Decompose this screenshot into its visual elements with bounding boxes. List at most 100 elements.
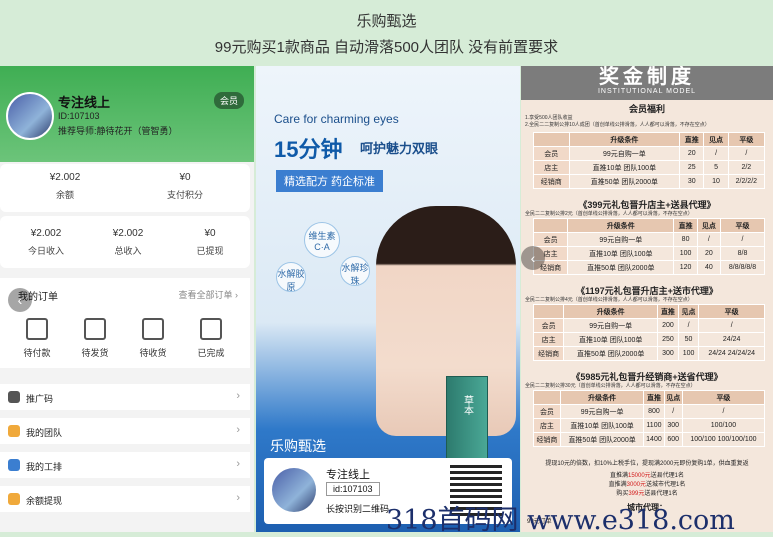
poster-tagline: 精选配方 药企标准 [276,170,384,192]
table-row: 经销商 直推50单 团队2000单 120 40 8/8/8/8/8 [532,260,765,275]
table-header-cell: 直推 [679,132,705,147]
table-cell: 直推10单 团队100单 [567,246,675,261]
member-note: 2.全民二二复制公排10人成团（首创单线公排滑落，人人都可以滑落，不存在空点） [525,122,710,128]
share-card-name: 专注线上 [326,469,370,481]
reward-table-3: 升级条件 直推 见点 平级 会员 99元自购一单 200// 店主 直推10单 团队1… [532,304,765,361]
product-photo: 草本 [446,376,488,468]
table-cell: 50 [677,332,700,347]
table-header-cell [533,132,570,147]
table-header-cell: 见点 [663,390,683,405]
county-agent-rule: 直推满15000元送县代理1名 [527,470,767,479]
avatar[interactable] [6,92,54,140]
table-row: 会员 99元自购一单 800// [533,404,766,419]
withdrawn-value: ¥0 [204,228,216,239]
profile-referrer: 推荐导师:静待花开（管智勇） [58,126,178,136]
top-banner: 乐购甄选 99元购买1款商品 自动滑落500人团队 没有前置要求 [0,0,773,66]
carousel-prev-arrow[interactable]: ‹ [521,246,545,270]
table-row: 会员 99元自购一单 200// [532,318,765,333]
menu-item-label: 推广码 [26,394,54,404]
order-pending-shipment[interactable]: 待发货 [70,318,120,359]
qr-icon [8,391,20,403]
withdrawn-cell[interactable]: ¥0 已提现 [170,228,250,257]
table-cell: 会员 [532,232,569,247]
table-cell: / [703,146,729,161]
table-cell: 100/100 [681,418,766,433]
order-pending-receipt[interactable]: 待收货 [128,318,178,359]
banner-title: 乐购甄选 [356,13,417,30]
table-cell: 10 [703,174,729,189]
order-pending-payment[interactable]: 待付款 [12,318,62,359]
table-cell: 24/24 24/24/24 [698,346,765,361]
table-cell: 99元自购一单 [568,146,681,161]
table-cell: 99元自购一单 [563,318,659,333]
table-row: 会员 99元自购一单 80// [532,232,765,247]
table-header-row: 升级条件 直推 见点 平级 [532,304,765,319]
today-income-label: 今日收入 [27,246,64,256]
table-header-cell: 直推 [657,304,679,319]
table-header-row: 升级条件 直推 见点 平级 [533,132,766,147]
income-card: ¥2.002 今日收入 ¥2.002 总收入 ¥0 已提现 [0,216,250,268]
pay-points-cell[interactable]: ¥0 支付积分 [130,172,240,201]
today-income-value: ¥2.002 [30,228,62,239]
share-card-id: id:107103 [326,482,380,496]
carousel-prev-arrow[interactable]: ‹ [8,288,32,312]
share-card-scan-hint: 长按识别二维码 [326,504,390,514]
order-completed[interactable]: 已完成 [186,318,236,359]
chevron-right-icon: › [236,492,240,504]
view-all-orders-link[interactable]: 查看全部订单 › [179,288,239,301]
avatar [272,468,316,512]
menu-item-my-team[interactable]: 我的团队 › [0,418,250,444]
table-cell: 25 [679,160,705,175]
table-header-cell: 平级 [681,390,766,405]
balance-value: ¥2.002 [49,172,81,183]
site-watermark: 318首码网 www.e318.com [386,505,735,536]
ingredient-bubble: 水解珍珠 [340,256,370,286]
reward-title-bar: 奖金制度 INSTITUTIONAL MODEL [521,66,773,100]
table-cell: 20 [679,146,705,161]
profile-id: ID:107103 [58,111,100,121]
table-row: 店主 直推10单 团队100单 250 50 24/24 [532,332,765,347]
table-cell: 100 [677,346,700,361]
table-cell: 99元自购一单 [559,404,645,419]
checklist-icon [200,318,222,340]
menu-item-my-queue[interactable]: 我的工排 › [0,452,250,478]
table-cell: 99元自购一单 [567,232,675,247]
table-row: 店主 直推10单 团队100单 100 20 8/8 [532,246,765,261]
order-pending-shipment-label: 待发货 [81,348,109,358]
table-cell: 5 [703,160,729,175]
table-row: 经销商 直推50单 团队2000单 1400 600 100/100 100/100/1… [533,432,766,447]
balance-cell[interactable]: ¥2.002 余额 [10,172,120,201]
chevron-right-icon: › [236,424,240,436]
table-cell: 80 [673,232,698,247]
table-cell: 1400 [643,432,665,447]
balance-card: ¥2.002 余额 ¥0 支付积分 [0,164,250,212]
table-cell: / [698,318,765,333]
table-header-cell: 升级条件 [563,304,659,319]
table-cell: 200 [657,318,679,333]
table-cell: 会员 [533,146,570,161]
today-income-cell[interactable]: ¥2.002 今日收入 [6,228,86,257]
table-cell: 120 [673,260,698,275]
poster-brand: 乐购甄选 [270,438,326,454]
table-header-row: 升级条件 直推 见点 平级 [533,390,766,405]
menu-item-label: 我的工排 [26,462,63,472]
poster-english-slogan: Care for charming eyes [274,112,399,126]
table-cell: 直推50单 团队2000单 [567,260,675,275]
table-cell: 经销商 [533,432,561,447]
total-income-value: ¥2.002 [112,228,144,239]
total-income-cell[interactable]: ¥2.002 总收入 [88,228,168,257]
withdraw-rule: 提现10元的倍数，扣10%上税手位，提现满2000元即份复购1单，供血重复返 [545,461,749,467]
menu-item-withdraw[interactable]: 余额提现 › [0,486,250,512]
poster-headline-sub: 呵护魅力双眼 [360,141,439,156]
table-cell: / [727,146,766,161]
table-cell: 店主 [533,160,570,175]
reward-table-4: 升级条件 直推 见点 平级 会员 99元自购一单 800// 店主 直推10单 团队1… [533,390,766,447]
coin-icon [8,493,20,505]
profile-name: 专注线上 [58,95,111,110]
menu-item-promo-code[interactable]: 推广码 › [0,384,250,410]
table-row: 经销商 直推50单 团队2000单 30 10 2/2/2/2 [533,174,766,189]
table-cell: 经销商 [532,346,565,361]
table-cell: 经销商 [533,174,570,189]
table-cell: 直推50单 团队2000单 [568,174,681,189]
total-income-label: 总收入 [114,246,142,256]
